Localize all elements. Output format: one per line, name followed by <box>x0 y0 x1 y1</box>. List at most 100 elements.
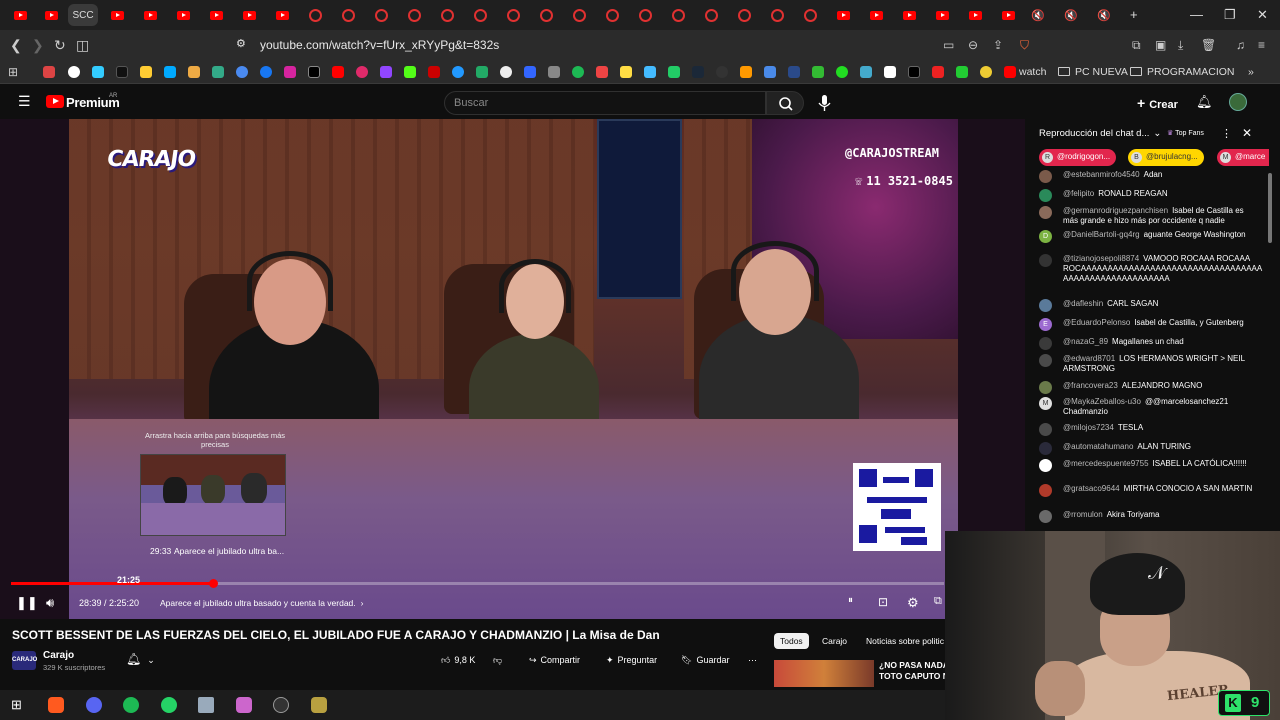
back-icon[interactable]: ❮ <box>10 37 22 54</box>
chat-avatar[interactable] <box>1039 423 1052 436</box>
chat-username[interactable]: @automatahumano <box>1063 442 1133 451</box>
bookmark-icon[interactable] <box>236 66 248 78</box>
notepad-taskbar-icon[interactable] <box>198 697 214 713</box>
windows-start-icon[interactable]: ⊞ <box>11 697 22 713</box>
bookmark-icon[interactable] <box>476 66 488 78</box>
tab-youtube-live[interactable] <box>631 4 659 26</box>
tab-youtube-live[interactable] <box>433 4 461 26</box>
app-taskbar-icon[interactable] <box>311 697 327 713</box>
bookmark-icon[interactable] <box>524 66 536 78</box>
tab-youtube[interactable] <box>961 4 989 26</box>
restore-icon[interactable]: ❐ <box>1224 7 1236 23</box>
tab-youtube-live[interactable] <box>334 4 362 26</box>
bookmark-icon[interactable] <box>668 66 680 78</box>
new-tab-icon[interactable]: + <box>1130 7 1138 22</box>
bookmark-icon[interactable] <box>884 66 896 78</box>
subtitles-button[interactable]: ⊡ <box>878 595 888 609</box>
chat-avatar[interactable]: D <box>1039 230 1052 243</box>
voice-search-button[interactable] <box>812 91 836 115</box>
chat-avatar[interactable] <box>1039 484 1052 497</box>
video-player[interactable]: CARAJO @CARAJOSTREAM ☏ 11 3521-0845 Arras… <box>0 119 1025 619</box>
tab-youtube[interactable] <box>6 4 34 26</box>
chat-avatar[interactable]: E <box>1039 318 1052 331</box>
spotify-icon[interactable] <box>572 66 584 78</box>
tab-youtube[interactable] <box>895 4 923 26</box>
download-icon[interactable]: ⤓ <box>1178 38 1183 53</box>
twitch-icon[interactable] <box>380 66 392 78</box>
close-window-icon[interactable]: ✕ <box>1257 7 1268 23</box>
account-avatar[interactable] <box>1229 93 1247 111</box>
chat-avatar[interactable] <box>1039 459 1052 472</box>
tab-youtube-live[interactable] <box>598 4 626 26</box>
search-button[interactable] <box>766 91 804 115</box>
bookmark-icon[interactable] <box>596 66 608 78</box>
chat-username[interactable]: @estebanmirofo4540 <box>1063 170 1140 179</box>
bookmark-watch[interactable]: watch <box>1019 66 1046 78</box>
facebook-icon[interactable] <box>260 66 272 78</box>
chat-avatar[interactable] <box>1039 337 1052 350</box>
chapter-title-button[interactable]: Aparece el jubilado ultra basado y cuent… <box>160 598 363 608</box>
ask-button[interactable]: ✦ Preguntar <box>606 655 657 666</box>
chat-more-icon[interactable]: ⋮ <box>1221 127 1232 140</box>
youtube-watch-icon[interactable] <box>1004 66 1016 78</box>
bookmark-icon[interactable] <box>740 66 752 78</box>
tab-youtube-live[interactable] <box>664 4 692 26</box>
tab-muted[interactable]: 🔇 <box>1024 4 1052 26</box>
spotify-taskbar-icon[interactable] <box>123 697 139 713</box>
google-icon[interactable] <box>68 66 80 78</box>
top-fan-pill[interactable]: M @marce <box>1217 149 1269 166</box>
channel-name[interactable]: Carajo <box>43 650 74 661</box>
chat-avatar[interactable] <box>1039 354 1052 367</box>
tab-active[interactable]: SCC <box>68 4 98 26</box>
notifications-bell-icon[interactable]: 🔔︎ <box>1196 94 1213 110</box>
create-button[interactable]: + Crear <box>1137 95 1178 111</box>
bookmark-icon[interactable] <box>764 66 776 78</box>
tab-youtube[interactable] <box>103 4 131 26</box>
steam-icon[interactable] <box>692 66 704 78</box>
bookmark-icon[interactable] <box>836 66 848 78</box>
tab-youtube-live[interactable] <box>796 4 824 26</box>
tab-muted[interactable]: 🔇 <box>1090 4 1118 26</box>
obs-taskbar-icon[interactable] <box>273 697 289 713</box>
top-fan-pill[interactable]: B @brujulacng... <box>1128 149 1204 166</box>
youtube-logo-icon[interactable] <box>46 95 64 108</box>
tab-youtube-live[interactable] <box>499 4 527 26</box>
trash-icon[interactable]: 🗑 <box>1201 38 1216 52</box>
notifications-button[interactable]: 🔔︎ ⌄ <box>126 652 155 666</box>
bookmark-icon[interactable] <box>956 66 968 78</box>
bookmark-icon[interactable] <box>356 66 368 78</box>
bookmark-icon[interactable] <box>140 66 152 78</box>
chat-scrollbar[interactable] <box>1268 173 1272 243</box>
bookmark-icon[interactable] <box>860 66 872 78</box>
tab-youtube-live[interactable] <box>532 4 560 26</box>
tab-youtube[interactable] <box>268 4 296 26</box>
tab-youtube-live[interactable] <box>763 4 791 26</box>
progress-bar[interactable] <box>11 579 944 588</box>
chat-avatar[interactable] <box>1039 299 1052 312</box>
bookmark-icon[interactable] <box>908 66 920 78</box>
bookmark-icon[interactable] <box>644 66 656 78</box>
url-field[interactable]: ⚙ youtube.com/watch?v=fUrx_xRYyPg&t=832s <box>228 34 1028 56</box>
like-button[interactable]: 👍︎ 9,8 K <box>441 655 475 666</box>
tab-youtube-live[interactable] <box>466 4 494 26</box>
chat-username[interactable]: @MaykaZeballos-u3o <box>1063 397 1141 406</box>
share-button[interactable]: ↪ Compartir <box>529 655 580 666</box>
kick-icon[interactable] <box>404 66 416 78</box>
tab-youtube[interactable] <box>994 4 1022 26</box>
site-settings-icon[interactable]: ⚙ <box>236 37 246 50</box>
chip-all[interactable]: Todos <box>774 633 809 649</box>
chat-username[interactable]: @gratsaco9644 <box>1063 484 1120 493</box>
tab-youtube[interactable] <box>37 4 65 26</box>
more-actions-button[interactable]: ⋯ <box>748 655 757 666</box>
settings-button[interactable]: ⚙ <box>907 595 919 611</box>
bookmark-icon[interactable] <box>500 66 512 78</box>
tab-youtube-live[interactable] <box>565 4 593 26</box>
tab-youtube-live[interactable] <box>400 4 428 26</box>
top-fan-pill[interactable]: R @rodrigogon... <box>1039 149 1117 166</box>
forward-icon[interactable]: ❯ <box>32 37 44 54</box>
brave-taskbar-icon[interactable] <box>48 697 64 713</box>
close-chat-icon[interactable]: ✕ <box>1242 126 1252 140</box>
search-input[interactable]: Buscar <box>444 91 766 115</box>
share-icon[interactable]: ⇪ <box>993 38 1003 52</box>
menu-icon[interactable]: ≡ <box>1258 38 1265 52</box>
